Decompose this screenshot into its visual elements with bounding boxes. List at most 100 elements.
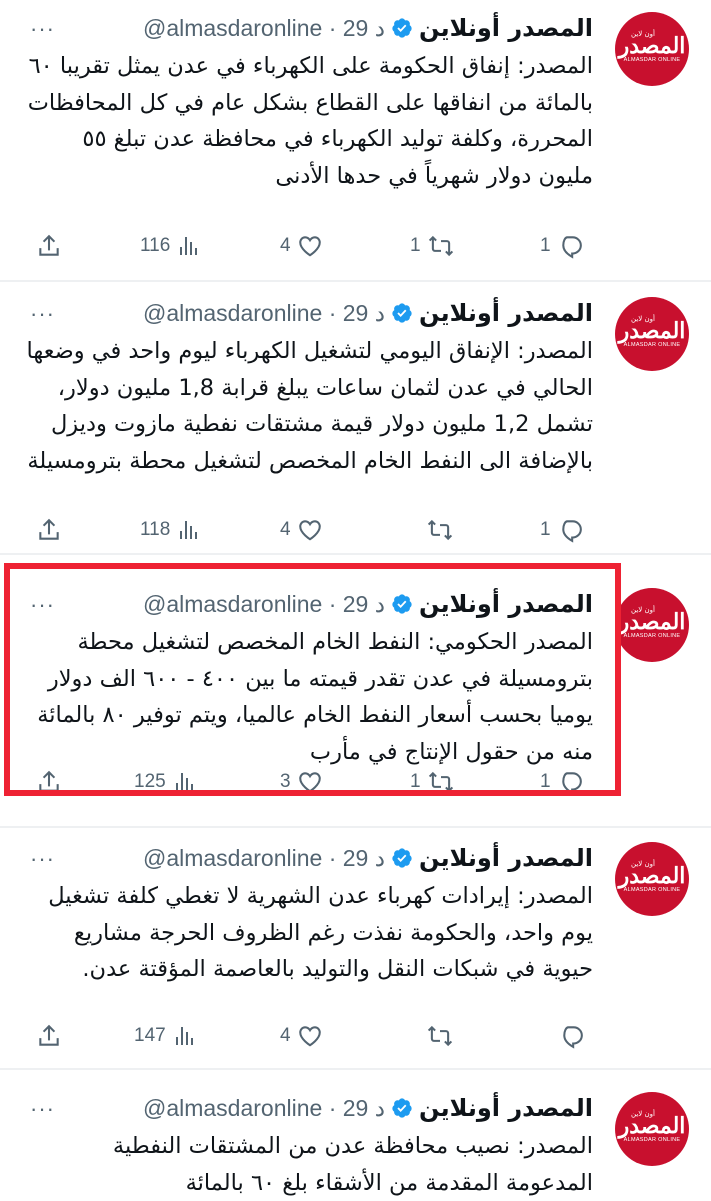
account-name[interactable]: المصدر أونلاين (419, 299, 593, 327)
verified-badge-icon (392, 303, 412, 323)
heart-icon (298, 772, 321, 793)
reply-button[interactable]: 1 (540, 226, 583, 266)
like-button[interactable]: 3 (280, 762, 323, 802)
views-count: 147 (134, 1025, 166, 1046)
retweet-icon (427, 1025, 453, 1047)
more-options-icon[interactable]: ··· (30, 1096, 55, 1122)
more-options-icon[interactable]: ··· (30, 16, 55, 42)
tweet-text: المصدر: إنفاق الحكومة على الكهرباء في عد… (27, 53, 593, 189)
account-handle[interactable]: @almasdaronline (143, 300, 322, 326)
like-button[interactable]: 4 (280, 510, 323, 550)
avatar[interactable]: أون لاين المصدر ALMASDAR ONLINE (615, 1092, 689, 1166)
divider (0, 826, 711, 828)
tweet-actions: 1 4 118 (0, 510, 711, 550)
share-icon (39, 1024, 59, 1046)
retweet-button[interactable] (420, 1016, 454, 1056)
account-handle[interactable]: @almasdaronline (143, 591, 322, 617)
tweet-time[interactable]: 29 د (343, 1095, 385, 1121)
tweet-feed: أون لاين المصدر ALMASDAR ONLINE المصدر أ… (0, 0, 711, 1200)
reply-count: 1 (540, 771, 551, 792)
avatar-subtitle: أون لاين (631, 315, 655, 323)
tweet-text: المصدر: الإنفاق اليومي لتشغيل الكهرباء ل… (26, 338, 593, 474)
share-button[interactable] (36, 510, 62, 550)
tweet[interactable]: أون لاين المصدر ALMASDAR ONLINE المصدر أ… (0, 830, 711, 1062)
like-count: 4 (280, 235, 291, 256)
avatar-logo-english: ALMASDAR ONLINE (623, 632, 681, 639)
views-button[interactable]: 118 (140, 510, 200, 550)
tweet-meta: @almasdaronline · 29 د (142, 590, 385, 617)
like-button[interactable]: 4 (280, 1016, 323, 1056)
retweet-button[interactable] (420, 510, 454, 550)
tweet-time[interactable]: 29 د (343, 591, 385, 617)
tweet[interactable]: أون لاين المصدر ALMASDAR ONLINE المصدر أ… (0, 576, 711, 804)
retweet-count: 1 (410, 235, 421, 256)
tweet[interactable]: أون لاين المصدر ALMASDAR ONLINE المصدر أ… (0, 1080, 711, 1200)
tweet-header: المصدر أونلاين @almasdaronline · 29 د (24, 1090, 593, 1126)
like-count: 3 (280, 771, 291, 792)
reply-icon (561, 520, 582, 543)
views-count: 125 (134, 771, 166, 792)
heart-icon (298, 1026, 321, 1047)
retweet-button[interactable]: 1 (410, 762, 455, 802)
avatar-subtitle: أون لاين (631, 1110, 655, 1118)
avatar-subtitle: أون لاين (631, 30, 655, 38)
tweet[interactable]: أون لاين المصدر ALMASDAR ONLINE المصدر أ… (0, 0, 711, 282)
share-button[interactable] (36, 1016, 62, 1056)
avatar-subtitle: أون لاين (631, 606, 655, 614)
account-name[interactable]: المصدر أونلاين (419, 844, 593, 872)
avatar-logo-english: ALMASDAR ONLINE (623, 56, 681, 63)
tweet-time[interactable]: 29 د (343, 15, 385, 41)
reply-count: 1 (540, 519, 551, 540)
tweet-header: المصدر أونلاين @almasdaronline · 29 د (24, 295, 593, 331)
more-options-icon[interactable]: ··· (30, 846, 55, 872)
divider (0, 553, 711, 555)
retweet-button[interactable]: 1 (410, 226, 455, 266)
avatar[interactable]: أون لاين المصدر ALMASDAR ONLINE (615, 588, 689, 662)
share-icon (39, 234, 59, 256)
more-options-icon[interactable]: ··· (30, 301, 55, 327)
verified-badge-icon (392, 848, 412, 868)
tweet-header: المصدر أونلاين @almasdaronline · 29 د (24, 10, 593, 46)
more-options-icon[interactable]: ··· (30, 592, 55, 618)
tweet-actions: 1 1 4 116 (0, 226, 711, 266)
tweet-time[interactable]: 29 د (343, 300, 385, 326)
analytics-icon (175, 773, 193, 791)
avatar-logo-english: ALMASDAR ONLINE (623, 1136, 681, 1143)
reply-icon (561, 772, 582, 795)
views-button[interactable]: 147 (134, 1016, 196, 1056)
share-button[interactable] (36, 762, 62, 802)
views-button[interactable]: 125 (134, 762, 196, 802)
tweet-actions: 4 147 (0, 1016, 711, 1056)
avatar-logo-english: ALMASDAR ONLINE (623, 341, 681, 348)
avatar[interactable]: أون لاين المصدر ALMASDAR ONLINE (615, 12, 689, 86)
heart-icon (298, 236, 321, 257)
analytics-icon (175, 1027, 193, 1045)
account-handle[interactable]: @almasdaronline (143, 845, 322, 871)
analytics-icon (180, 237, 198, 255)
tweet-meta: @almasdaronline · 29 د (142, 844, 385, 871)
like-count: 4 (280, 1025, 291, 1046)
reply-button[interactable]: 1 (540, 510, 583, 550)
tweet[interactable]: أون لاين المصدر ALMASDAR ONLINE المصدر أ… (0, 285, 711, 555)
tweet-text: المصدر الحكومي: النفط الخام المخصص لتشغي… (37, 629, 593, 765)
account-name[interactable]: المصدر أونلاين (419, 590, 593, 618)
views-button[interactable]: 116 (140, 226, 200, 266)
tweet-meta: @almasdaronline · 29 د (142, 299, 385, 326)
tweet-text: المصدر: نصيب محافظة عدن من المشتقات النف… (112, 1133, 593, 1196)
retweet-icon (428, 771, 453, 793)
retweet-count: 1 (410, 771, 421, 792)
reply-button[interactable] (552, 1016, 584, 1056)
account-handle[interactable]: @almasdaronline (143, 15, 322, 41)
share-button[interactable] (36, 226, 62, 266)
avatar[interactable]: أون لاين المصدر ALMASDAR ONLINE (615, 842, 689, 916)
retweet-icon (427, 519, 453, 541)
reply-button[interactable]: 1 (540, 762, 583, 802)
account-handle[interactable]: @almasdaronline (143, 1095, 322, 1121)
avatar[interactable]: أون لاين المصدر ALMASDAR ONLINE (615, 297, 689, 371)
retweet-icon (428, 235, 453, 257)
reply-icon (563, 1026, 583, 1049)
like-button[interactable]: 4 (280, 226, 323, 266)
account-name[interactable]: المصدر أونلاين (419, 14, 593, 42)
account-name[interactable]: المصدر أونلاين (419, 1094, 593, 1122)
tweet-time[interactable]: 29 د (343, 845, 385, 871)
